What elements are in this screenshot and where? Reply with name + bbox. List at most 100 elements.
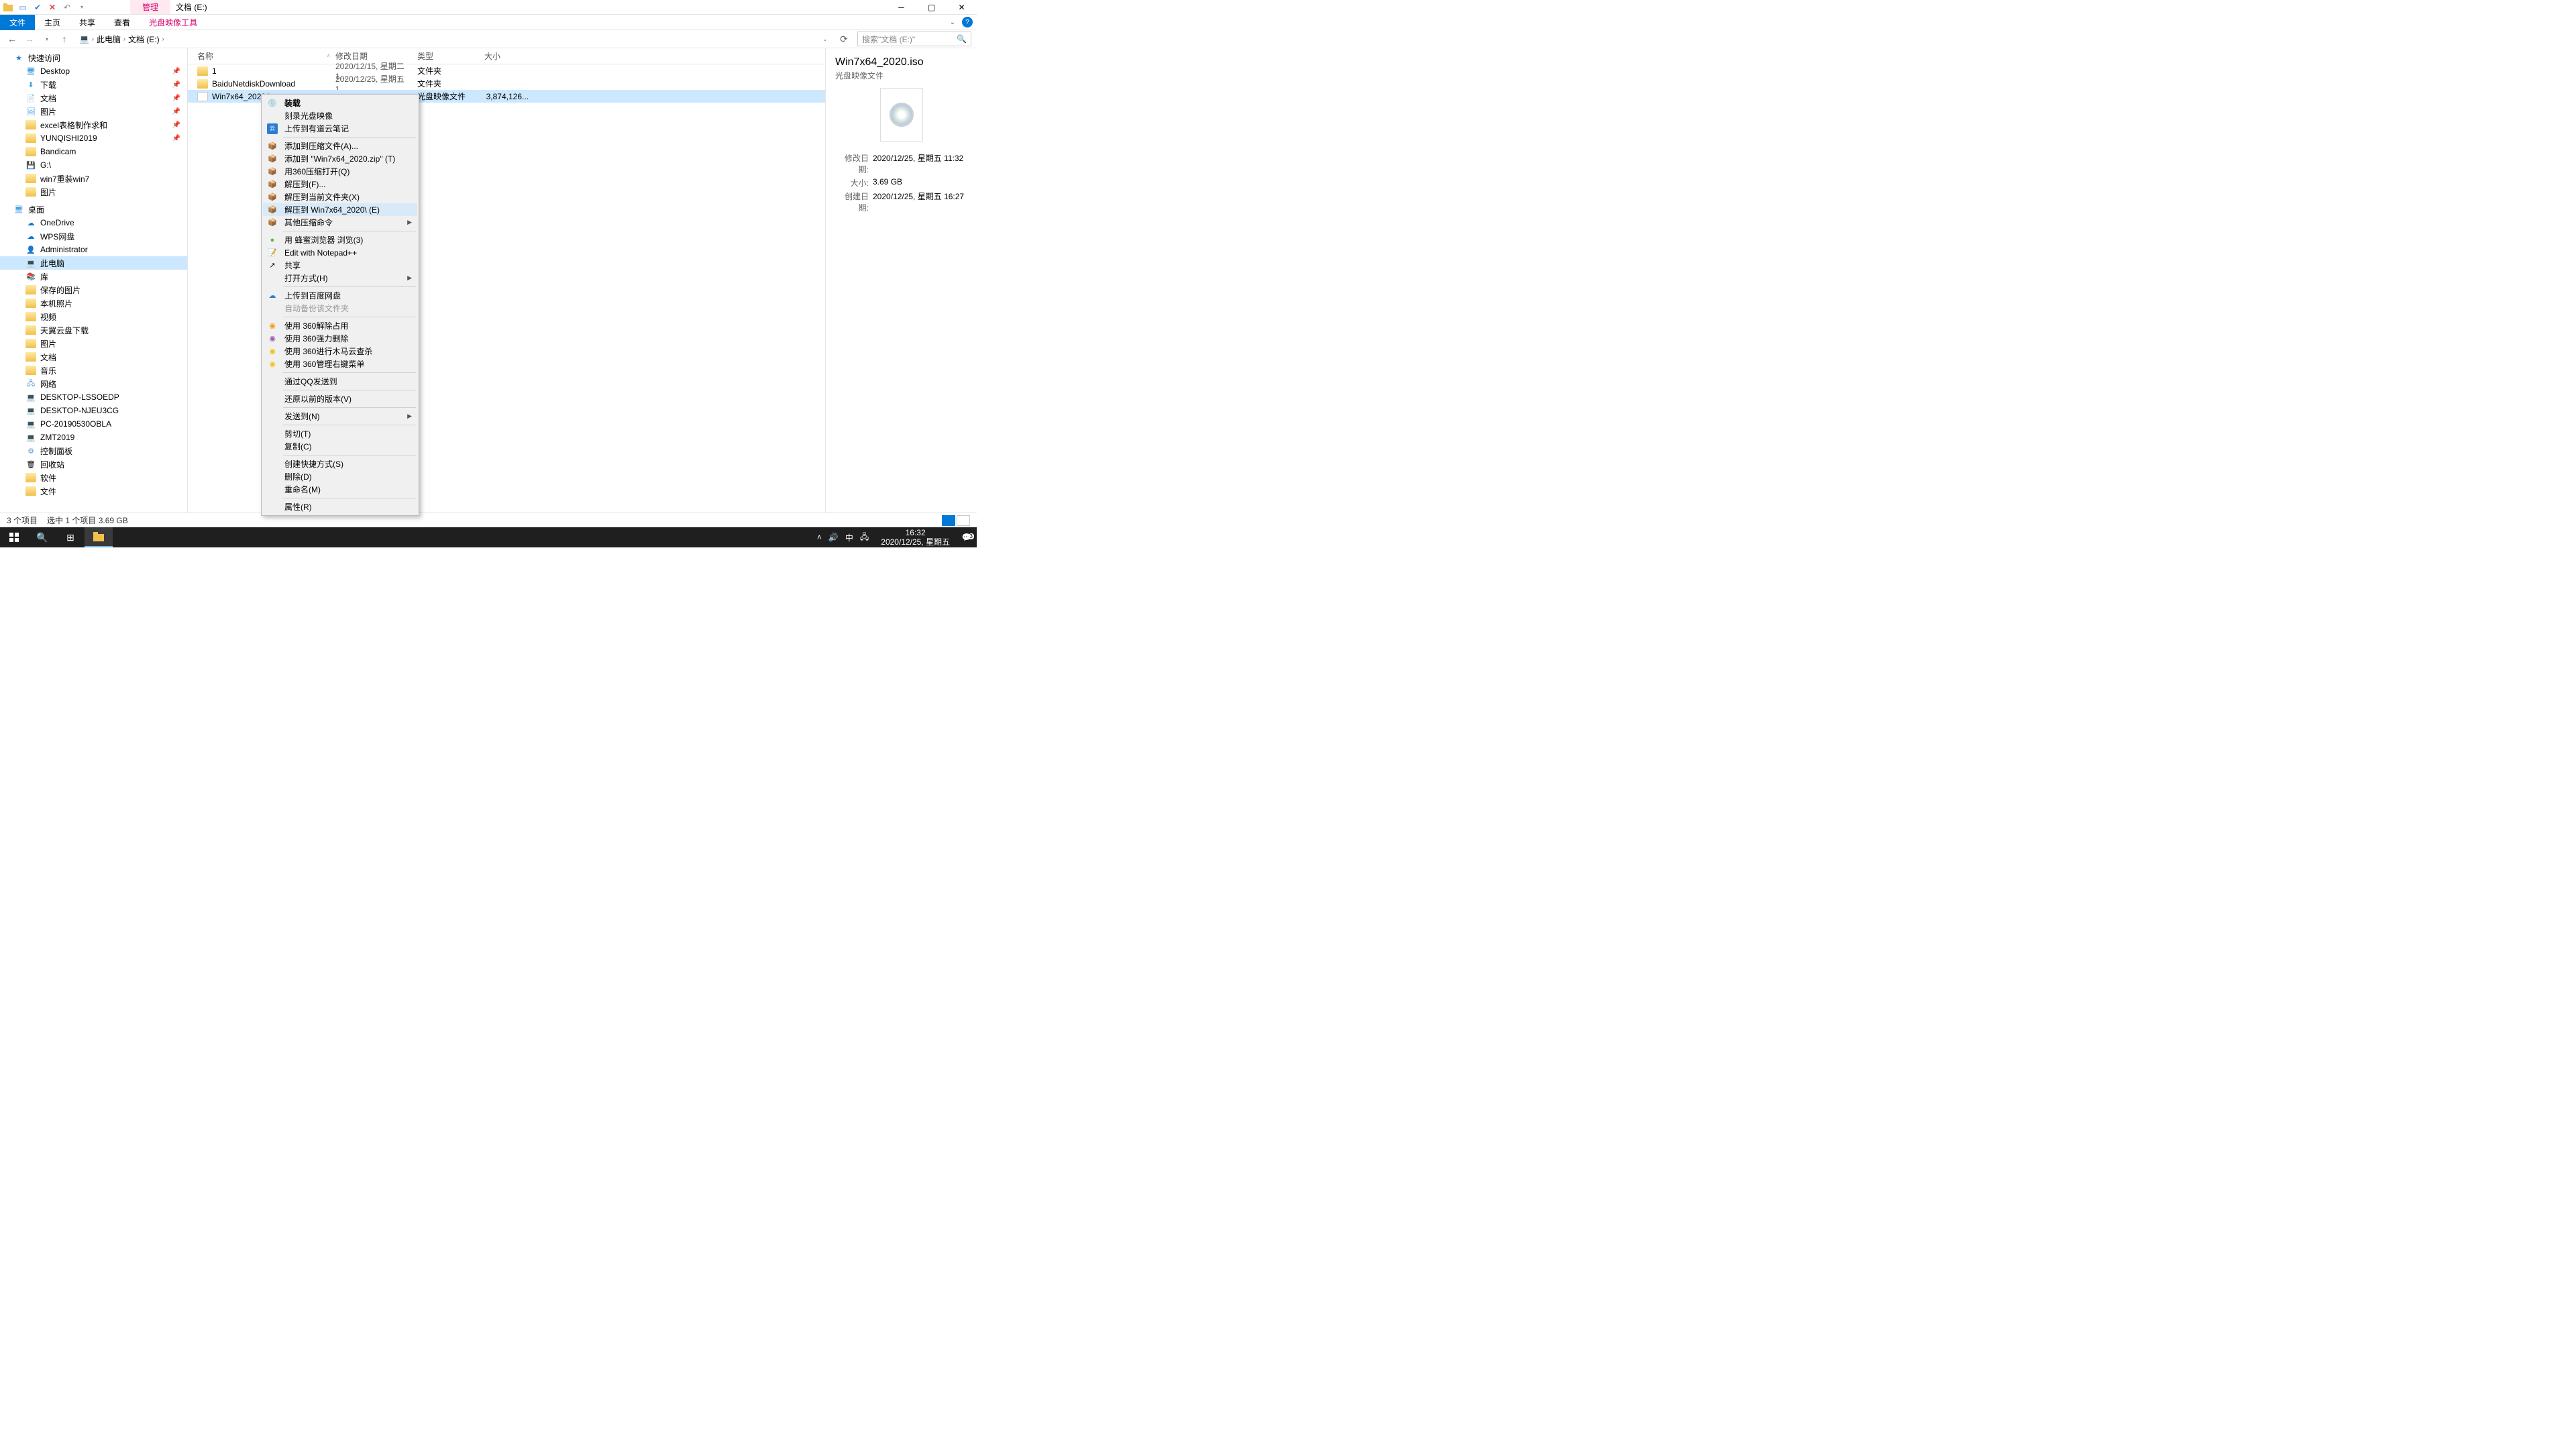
ribbon-expand-icon[interactable]: ⌄ xyxy=(946,19,959,26)
view-icons-button[interactable] xyxy=(957,515,970,526)
start-button[interactable] xyxy=(0,527,28,547)
ctx-browse-bee[interactable]: ●用 蜂蜜浏览器 浏览(3) xyxy=(263,233,417,246)
ctx-rename[interactable]: 重命名(M) xyxy=(263,483,417,496)
addr-dropdown-icon[interactable]: ⌄ xyxy=(818,32,832,46)
navigation-tree[interactable]: ★快速访问 🖥Desktop📌 ⬇下载📌 📄文档📌 🖼图片📌 excel表格制作… xyxy=(0,48,188,513)
tree-saved-pictures[interactable]: 保存的图片 xyxy=(0,283,187,297)
task-view-button[interactable]: ⊞ xyxy=(56,527,85,547)
ribbon-view[interactable]: 查看 xyxy=(105,15,140,30)
ctx-mount[interactable]: 💿装载 xyxy=(263,97,417,109)
file-row[interactable]: BaiduNetdiskDownload 2020/12/25, 星期五 1..… xyxy=(188,77,825,90)
ctx-shortcut[interactable]: 创建快捷方式(S) xyxy=(263,458,417,470)
breadcrumb-pc[interactable]: 此电脑 xyxy=(97,34,121,45)
search-button[interactable]: 🔍 xyxy=(28,527,56,547)
ctx-send-to[interactable]: 发送到(N)▶ xyxy=(263,410,417,423)
tree-excel[interactable]: excel表格制作求和📌 xyxy=(0,118,187,131)
ctx-open-360zip[interactable]: 📦用360压缩打开(Q) xyxy=(263,165,417,178)
refresh-icon[interactable]: ⟳ xyxy=(837,32,851,46)
chevron-right-icon[interactable]: › xyxy=(123,36,125,42)
ctx-extract-to[interactable]: 📦解压到(F)... xyxy=(263,178,417,191)
ctx-copy[interactable]: 复制(C) xyxy=(263,440,417,453)
tree-files-folder[interactable]: 文件 xyxy=(0,484,187,498)
tree-pictures3[interactable]: 图片 xyxy=(0,337,187,350)
minimize-button[interactable]: ─ xyxy=(886,0,916,15)
tree-win7reinstall[interactable]: win7重装win7 xyxy=(0,172,187,185)
tree-desktop2[interactable]: 🖥桌面 xyxy=(0,203,187,216)
ctx-qq-send[interactable]: 通过QQ发送到 xyxy=(263,375,417,388)
tree-admin[interactable]: 👤Administrator xyxy=(0,243,187,256)
tree-pc2[interactable]: 💻DESKTOP-NJEU3CG xyxy=(0,404,187,417)
tree-network[interactable]: 🖧网络 xyxy=(0,377,187,390)
tree-recycle-bin[interactable]: 🗑回收站 xyxy=(0,458,187,471)
ctx-add-zip[interactable]: 📦添加到 "Win7x64_2020.zip" (T) xyxy=(263,152,417,165)
ctx-youdao[interactable]: 云上传到有道云笔记 xyxy=(263,122,417,135)
undo-icon[interactable]: ↶ xyxy=(62,2,72,13)
ctx-extract-named[interactable]: 📦解压到 Win7x64_2020\ (E) xyxy=(263,203,417,216)
delete-icon[interactable]: ✕ xyxy=(47,2,58,13)
tab-manage[interactable]: 管理 xyxy=(130,0,170,14)
save-icon[interactable]: ✔ xyxy=(32,2,43,13)
tree-pictures[interactable]: 🖼图片📌 xyxy=(0,105,187,118)
tree-library[interactable]: 📚库 xyxy=(0,270,187,283)
ctx-360-rightclick[interactable]: ◉使用 360管理右键菜单 xyxy=(263,358,417,370)
tree-bandicam[interactable]: Bandicam xyxy=(0,145,187,158)
ctx-delete[interactable]: 删除(D) xyxy=(263,470,417,483)
tree-pc4[interactable]: 💻ZMT2019 xyxy=(0,431,187,444)
qat-dropdown-icon[interactable]: ▾ xyxy=(76,2,87,13)
ctx-add-archive[interactable]: 📦添加到压缩文件(A)... xyxy=(263,140,417,152)
nav-up-button[interactable]: ↑ xyxy=(58,32,71,46)
tree-this-pc[interactable]: 💻此电脑 xyxy=(0,256,187,270)
ctx-360-force-del[interactable]: ◉使用 360强力删除 xyxy=(263,332,417,345)
ctx-360-unlock[interactable]: ◉使用 360解除占用 xyxy=(263,319,417,332)
help-icon[interactable]: ? xyxy=(962,17,973,28)
tree-videos[interactable]: 视频 xyxy=(0,310,187,323)
explorer-taskbar-button[interactable] xyxy=(85,527,113,547)
ime-indicator[interactable]: 中 xyxy=(845,532,853,543)
nav-recent-icon[interactable]: ▾ xyxy=(40,32,54,46)
tree-software[interactable]: 软件 xyxy=(0,471,187,484)
ctx-baidu[interactable]: ☁上传到百度网盘 xyxy=(263,289,417,302)
tree-camera-roll[interactable]: 本机照片 xyxy=(0,297,187,310)
search-input[interactable]: 搜索"文档 (E:)" 🔍 xyxy=(857,32,971,46)
tree-yunqishi[interactable]: YUNQISHI2019📌 xyxy=(0,131,187,145)
system-tray[interactable]: ˄ 🔊 中 🖧 xyxy=(812,531,874,545)
ctx-restore[interactable]: 还原以前的版本(V) xyxy=(263,392,417,405)
ctx-properties[interactable]: 属性(R) xyxy=(263,500,417,513)
action-center-button[interactable]: 💬3 xyxy=(957,533,977,542)
ctx-other-zip[interactable]: 📦其他压缩命令▶ xyxy=(263,216,417,229)
tree-gdrive[interactable]: 💾G:\ xyxy=(0,158,187,172)
tree-wps[interactable]: ☁WPS网盘 xyxy=(0,229,187,243)
breadcrumb[interactable]: 💻 › 此电脑 › 文档 (E:) › xyxy=(75,34,812,45)
column-name[interactable]: 名称˄ xyxy=(188,50,335,62)
tree-pc1[interactable]: 💻DESKTOP-LSSOEDP xyxy=(0,390,187,404)
ctx-open-with[interactable]: 打开方式(H)▶ xyxy=(263,272,417,284)
properties-icon[interactable]: ▭ xyxy=(17,2,28,13)
chevron-right-icon[interactable]: › xyxy=(92,36,94,42)
tray-up-icon[interactable]: ˄ xyxy=(817,533,822,542)
nav-forward-button[interactable]: → xyxy=(23,32,36,46)
file-row[interactable]: 1 2020/12/15, 星期二 1... 文件夹 xyxy=(188,64,825,77)
tree-control-panel[interactable]: ⚙控制面板 xyxy=(0,444,187,458)
view-details-button[interactable] xyxy=(942,515,955,526)
ribbon-disc-tools[interactable]: 光盘映像工具 xyxy=(140,15,207,30)
ribbon-file[interactable]: 文件 xyxy=(0,15,35,30)
tree-downloads[interactable]: ⬇下载📌 xyxy=(0,78,187,91)
tree-onedrive[interactable]: ☁OneDrive xyxy=(0,216,187,229)
ctx-share[interactable]: ↗共享 xyxy=(263,259,417,272)
ctx-cut[interactable]: 剪切(T) xyxy=(263,427,417,440)
volume-icon[interactable]: 🔊 xyxy=(828,533,839,542)
tree-pc3[interactable]: 💻PC-20190530OBLA xyxy=(0,417,187,431)
tree-quick-access[interactable]: ★快速访问 xyxy=(0,51,187,64)
tree-documents2[interactable]: 文档 xyxy=(0,350,187,364)
ribbon-share[interactable]: 共享 xyxy=(70,15,105,30)
ctx-extract-here[interactable]: 📦解压到当前文件夹(X) xyxy=(263,191,417,203)
ctx-burn[interactable]: 刻录光盘映像 xyxy=(263,109,417,122)
ctx-notepad[interactable]: 📝Edit with Notepad++ xyxy=(263,246,417,259)
column-size[interactable]: 大小 xyxy=(484,50,531,62)
tree-desktop[interactable]: 🖥Desktop📌 xyxy=(0,64,187,78)
taskbar-clock[interactable]: 16:32 2020/12/25, 星期五 xyxy=(874,528,957,547)
chevron-right-icon[interactable]: › xyxy=(162,36,164,42)
nav-back-button[interactable]: ← xyxy=(5,32,19,46)
network-icon[interactable]: 🖧 xyxy=(860,531,869,545)
close-button[interactable]: ✕ xyxy=(947,0,977,15)
